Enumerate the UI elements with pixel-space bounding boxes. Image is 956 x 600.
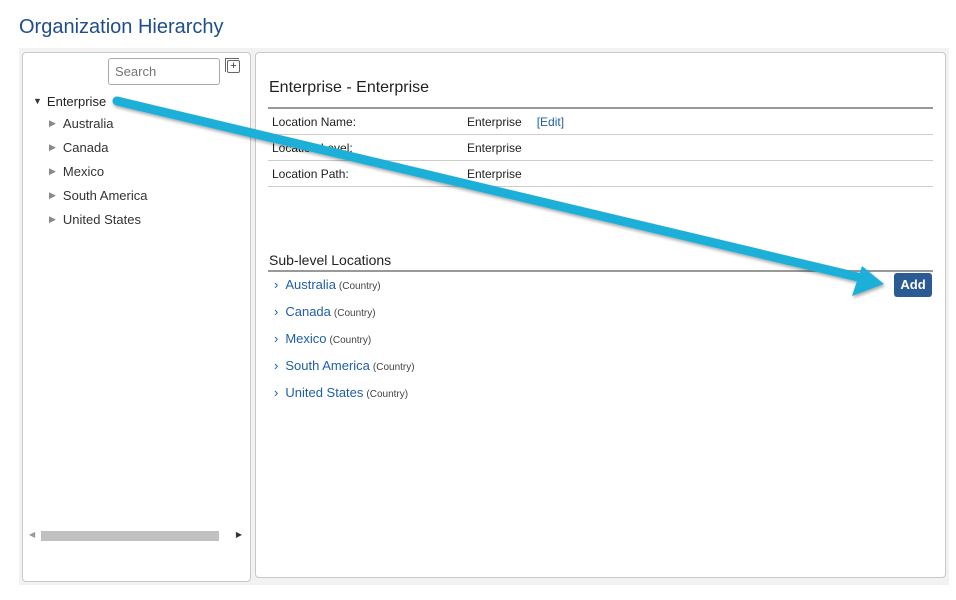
list-item[interactable]: › Canada (Country) — [274, 304, 415, 331]
scrollbar-thumb[interactable] — [41, 531, 219, 541]
tree-item-label[interactable]: United States — [63, 212, 141, 227]
sub-level-heading: Sub-level Locations — [269, 252, 392, 268]
caret-right-icon[interactable]: ▶ — [49, 214, 56, 225]
divider — [268, 270, 933, 272]
table-row: Location Path: Enterprise — [268, 161, 933, 187]
tree-item-south-america[interactable]: ▶ South America — [33, 183, 147, 207]
sub-location-link[interactable]: South America — [285, 358, 370, 373]
caret-right-icon[interactable]: ▶ — [49, 166, 56, 177]
tree-item-united-states[interactable]: ▶ United States — [33, 207, 147, 231]
tree-item-mexico[interactable]: ▶ Mexico — [33, 159, 147, 183]
list-item[interactable]: › Mexico (Country) — [274, 331, 415, 358]
tree-item-canada[interactable]: ▶ Canada — [33, 135, 147, 159]
page-title: Organization Hierarchy — [19, 16, 224, 38]
tree-item-label[interactable]: Enterprise — [47, 94, 106, 109]
sub-location-link[interactable]: Australia — [285, 277, 336, 292]
table-row: Location Name: Enterprise [Edit] — [268, 109, 933, 135]
scroll-left-icon[interactable]: ◀ — [29, 530, 35, 539]
tree-item-label[interactable]: Australia — [63, 116, 114, 131]
expand-all-icon[interactable]: + — [225, 58, 240, 73]
location-tree: ▼ Enterprise ▶ Australia ▶ Canada ▶ Mexi… — [33, 91, 147, 231]
tree-item-australia[interactable]: ▶ Australia — [33, 111, 147, 135]
scroll-right-icon[interactable]: ▶ — [236, 530, 242, 539]
list-item[interactable]: › United States (Country) — [274, 385, 415, 412]
location-type: (Country) — [338, 281, 381, 292]
sub-location-link[interactable]: United States — [285, 385, 363, 400]
caret-right-icon[interactable]: ▶ — [49, 142, 56, 153]
sub-location-link[interactable]: Canada — [285, 304, 331, 319]
location-title: Enterprise - Enterprise — [269, 79, 430, 96]
add-button[interactable]: Add — [894, 273, 932, 297]
field-label: Location Level: — [272, 140, 353, 155]
detail-panel: Enterprise - Enterprise Location Name: E… — [255, 52, 946, 578]
table-row: Location Level: Enterprise — [268, 135, 933, 161]
sub-location-link[interactable]: Mexico — [285, 331, 326, 346]
location-type: (Country) — [329, 335, 372, 346]
chevron-right-icon[interactable]: › — [274, 277, 278, 292]
caret-down-icon[interactable]: ▼ — [33, 96, 42, 106]
tree-item-enterprise[interactable]: ▼ Enterprise — [33, 91, 147, 111]
search-input[interactable] — [108, 58, 220, 85]
field-value: Enterprise — [467, 166, 522, 181]
list-item[interactable]: › Australia (Country) — [274, 277, 415, 304]
chevron-right-icon[interactable]: › — [274, 385, 278, 400]
location-type: (Country) — [333, 308, 376, 319]
tree-item-label[interactable]: Canada — [63, 140, 109, 155]
field-value: Enterprise — [467, 140, 522, 155]
horizontal-scrollbar[interactable]: ◀ ▶ — [27, 529, 246, 543]
chevron-right-icon[interactable]: › — [274, 331, 278, 346]
tree-item-label[interactable]: South America — [63, 188, 148, 203]
field-label: Location Path: — [272, 166, 349, 181]
sub-level-list: › Australia (Country) › Canada (Country)… — [274, 277, 415, 412]
chevron-right-icon[interactable]: › — [274, 358, 278, 373]
field-value: Enterprise — [467, 114, 522, 129]
location-info-table: Location Name: Enterprise [Edit] Locatio… — [268, 107, 933, 187]
location-type: (Country) — [366, 389, 409, 400]
field-label: Location Name: — [272, 114, 357, 129]
chevron-right-icon[interactable]: › — [274, 304, 278, 319]
caret-right-icon[interactable]: ▶ — [49, 190, 56, 201]
caret-right-icon[interactable]: ▶ — [49, 118, 56, 129]
tree-panel: + ▼ Enterprise ▶ Australia ▶ Canada ▶ Me… — [22, 52, 251, 582]
tree-item-label[interactable]: Mexico — [63, 164, 104, 179]
location-type: (Country) — [372, 362, 415, 373]
edit-link[interactable]: [Edit] — [537, 115, 564, 129]
list-item[interactable]: › South America (Country) — [274, 358, 415, 385]
